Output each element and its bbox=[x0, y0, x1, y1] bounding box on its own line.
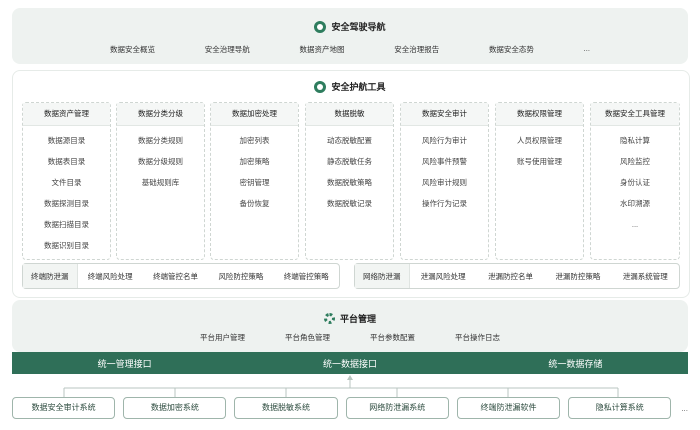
terminal-leak-box: 终端防泄漏 终端风险处理 终端管控名单 风险防控策略 终端管控策略 bbox=[22, 263, 340, 289]
terminal-leak-item[interactable]: 风险防控策略 bbox=[208, 271, 273, 282]
shield-icon bbox=[314, 80, 327, 93]
tool-column-title: 数据安全工具管理 bbox=[591, 103, 679, 126]
tool-column-masking: 数据脱敏 动态脱敏配置 静态脱敏任务 数据脱敏策略 数据脱敏记录 bbox=[305, 102, 394, 260]
tool-column-security-tools: 数据安全工具管理 隐私计算 风险监控 身份认证 水印溯源 ... bbox=[590, 102, 680, 260]
tool-item[interactable]: 数据脱敏策略 bbox=[306, 172, 393, 193]
tool-item[interactable]: 数据分级规则 bbox=[117, 151, 204, 172]
tool-item[interactable]: 身份认证 bbox=[591, 172, 679, 193]
tool-item[interactable]: 数据源目录 bbox=[23, 130, 110, 151]
tool-item[interactable]: 备份恢复 bbox=[211, 193, 298, 214]
navigation-title: 安全驾驶导航 bbox=[331, 22, 386, 32]
tool-column-audit: 数据安全审计 风险行为审计 风险事件预警 风险审计规则 操作行为记录 bbox=[400, 102, 489, 260]
tool-item[interactable]: 风险行为审计 bbox=[401, 130, 488, 151]
platform-link[interactable]: 平台操作日志 bbox=[455, 332, 500, 343]
tool-item[interactable]: 人员权限管理 bbox=[496, 130, 583, 151]
interface-label: 统一数据存储 bbox=[548, 358, 603, 369]
tool-item[interactable]: 数据分类规则 bbox=[117, 130, 204, 151]
tool-item[interactable]: 加密策略 bbox=[211, 151, 298, 172]
navigation-header: 安全驾驶导航 bbox=[12, 20, 688, 33]
tool-column-permission: 数据权限管理 人员权限管理 账号使用管理 bbox=[495, 102, 584, 260]
network-leak-item[interactable]: 泄漏系统管理 bbox=[612, 271, 679, 282]
nav-link[interactable]: 数据安全概览 bbox=[110, 44, 155, 55]
system-more: ... bbox=[681, 403, 688, 413]
platform-header: 平台管理 bbox=[12, 312, 688, 325]
network-leak-title: 网络防泄漏 bbox=[355, 264, 410, 288]
nav-link[interactable]: 数据安全态势 bbox=[489, 44, 534, 55]
network-leak-item[interactable]: 泄漏防控策略 bbox=[544, 271, 611, 282]
network-leak-box: 网络防泄漏 泄漏风险处理 泄漏防控名单 泄漏防控策略 泄漏系统管理 bbox=[354, 263, 680, 289]
platform-links: 平台用户管理 平台角色管理 平台参数配置 平台操作日志 bbox=[200, 332, 500, 343]
navigation-panel bbox=[12, 8, 688, 64]
tool-item[interactable]: 基础规则库 bbox=[117, 172, 204, 193]
system-row: 数据安全审计系统 数据加密系统 数据脱敏系统 网络防泄漏系统 终端防泄漏软件 隐… bbox=[12, 397, 688, 419]
platform-link[interactable]: 平台用户管理 bbox=[200, 332, 245, 343]
tools-title: 安全护航工具 bbox=[331, 82, 386, 92]
tool-item[interactable]: 数据扫描目录 bbox=[23, 214, 110, 235]
platform-title: 平台管理 bbox=[339, 314, 376, 324]
network-leak-item[interactable]: 泄漏风险处理 bbox=[410, 271, 477, 282]
interface-label: 统一管理接口 bbox=[97, 358, 152, 369]
platform-link[interactable]: 平台角色管理 bbox=[285, 332, 330, 343]
tool-item[interactable]: 水印溯源 bbox=[591, 193, 679, 214]
system-box[interactable]: 终端防泄漏软件 bbox=[456, 397, 561, 419]
tool-more: ... bbox=[631, 220, 639, 229]
tool-column-asset: 数据资产管理 数据源目录 数据表目录 文件目录 数据探测目录 数据扫描目录 数据… bbox=[22, 102, 111, 260]
navigation-icon bbox=[314, 20, 327, 33]
tool-column-encryption: 数据加密处理 加密列表 加密策略 密钥管理 备份恢复 bbox=[210, 102, 299, 260]
nav-more: ... bbox=[583, 44, 590, 53]
tool-item[interactable]: 数据识别目录 bbox=[23, 235, 110, 256]
tool-column-title: 数据权限管理 bbox=[496, 103, 583, 126]
terminal-leak-title: 终端防泄漏 bbox=[23, 264, 78, 288]
system-box[interactable]: 数据脱敏系统 bbox=[234, 397, 338, 419]
tool-column-title: 数据分类分级 bbox=[117, 103, 204, 126]
system-box[interactable]: 网络防泄漏系统 bbox=[345, 397, 449, 419]
tool-item[interactable]: 数据表目录 bbox=[23, 151, 110, 172]
nav-link[interactable]: 安全治理导航 bbox=[205, 44, 250, 55]
interface-bar: 统一管理接口 统一数据接口 统一数据存储 bbox=[12, 352, 688, 374]
system-box[interactable]: 数据安全审计系统 bbox=[12, 397, 116, 419]
nav-link[interactable]: 安全治理报告 bbox=[394, 44, 439, 55]
nav-link[interactable]: 数据资产地图 bbox=[299, 44, 344, 55]
gear-icon bbox=[323, 313, 335, 324]
terminal-leak-item[interactable]: 终端风险处理 bbox=[78, 271, 143, 282]
tools-header: 安全护航工具 bbox=[12, 80, 688, 93]
tool-item[interactable]: 文件目录 bbox=[23, 172, 110, 193]
tool-column-classification: 数据分类分级 数据分类规则 数据分级规则 基础规则库 bbox=[116, 102, 205, 260]
navigation-links: 数据安全概览 安全治理导航 数据资产地图 安全治理报告 数据安全态势 ... bbox=[110, 44, 590, 55]
terminal-leak-item[interactable]: 终端管控策略 bbox=[274, 271, 339, 282]
tool-item[interactable]: 静态脱敏任务 bbox=[306, 151, 393, 172]
terminal-leak-item[interactable]: 终端管控名单 bbox=[143, 271, 208, 282]
interface-label: 统一数据接口 bbox=[322, 358, 377, 369]
tool-item[interactable]: 隐私计算 bbox=[591, 130, 679, 151]
tool-item[interactable]: 操作行为记录 bbox=[401, 193, 488, 214]
platform-link[interactable]: 平台参数配置 bbox=[370, 332, 415, 343]
network-leak-item[interactable]: 泄漏防控名单 bbox=[477, 271, 544, 282]
tool-item[interactable]: 密钥管理 bbox=[211, 172, 298, 193]
tool-item[interactable]: 风险监控 bbox=[591, 151, 679, 172]
tool-column-title: 数据安全审计 bbox=[401, 103, 488, 126]
platform-panel bbox=[12, 300, 688, 352]
tool-column-title: 数据加密处理 bbox=[211, 103, 298, 126]
system-box[interactable]: 数据加密系统 bbox=[123, 397, 227, 419]
tool-item[interactable]: 数据脱敏记录 bbox=[306, 193, 393, 214]
tool-column-title: 数据资产管理 bbox=[23, 103, 110, 126]
tool-item[interactable]: 账号使用管理 bbox=[496, 151, 583, 172]
tool-item[interactable]: 数据探测目录 bbox=[23, 193, 110, 214]
tool-item[interactable]: 风险审计规则 bbox=[401, 172, 488, 193]
tool-item[interactable]: 风险事件预警 bbox=[401, 151, 488, 172]
tool-item[interactable]: 动态脱敏配置 bbox=[306, 130, 393, 151]
tool-column-title: 数据脱敏 bbox=[306, 103, 393, 126]
tool-item[interactable]: 加密列表 bbox=[211, 130, 298, 151]
system-box[interactable]: 隐私计算系统 bbox=[568, 397, 672, 419]
